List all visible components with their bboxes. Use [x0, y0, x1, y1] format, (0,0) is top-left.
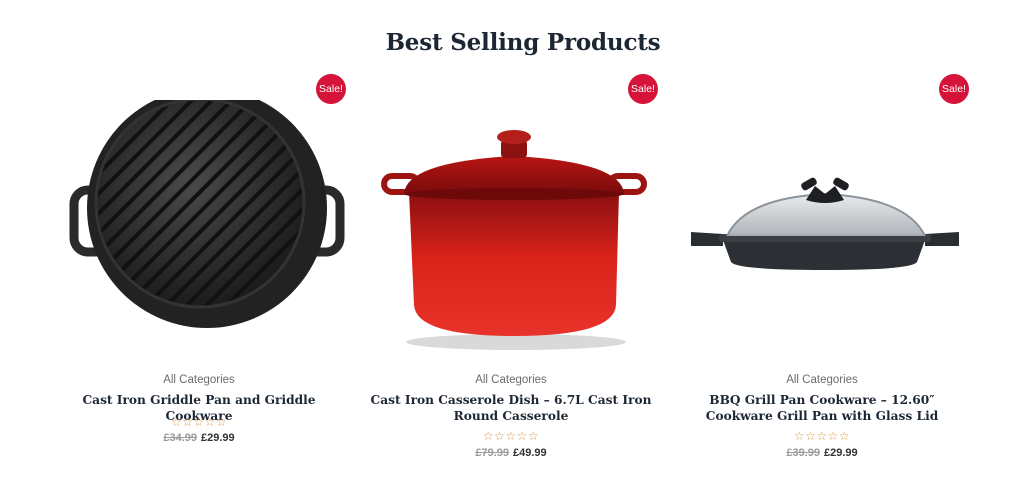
- product-title-link[interactable]: BBQ Grill Pan Cookware – 12.60″ Cookware…: [675, 392, 969, 424]
- original-price: £39.99: [786, 447, 820, 459]
- product-category-link[interactable]: All Categories: [52, 374, 346, 386]
- rating-stars: ☆☆☆☆☆: [793, 429, 851, 443]
- rating-stars: ☆☆☆☆☆: [170, 415, 228, 429]
- product-card[interactable]: Sale!: [364, 70, 658, 480]
- sale-price: £29.99: [201, 432, 235, 444]
- sale-price: £49.99: [513, 447, 547, 459]
- product-card[interactable]: Sale!: [52, 70, 346, 480]
- griddle-pan-image[interactable]: [52, 100, 346, 355]
- product-title-link[interactable]: Cast Iron Casserole Dish – 6.7L Cast Iro…: [364, 392, 658, 424]
- original-price: £34.99: [163, 432, 197, 444]
- section-title: Best Selling Products: [385, 29, 661, 56]
- product-price: £39.99 £29.99: [675, 447, 969, 459]
- grill-pan-with-lid-image[interactable]: [675, 100, 969, 355]
- original-price: £79.99: [475, 447, 509, 459]
- sale-price: £29.99: [824, 447, 858, 459]
- product-category-link[interactable]: All Categories: [364, 374, 658, 386]
- product-category-link[interactable]: All Categories: [675, 374, 969, 386]
- product-card[interactable]: Sale! All Categories BBQ Grill Pan Cookw…: [675, 70, 969, 480]
- product-price: £34.99 £29.99: [52, 432, 346, 444]
- product-price: £79.99 £49.99: [364, 447, 658, 459]
- rating-stars: ☆☆☆☆☆: [482, 429, 540, 443]
- casserole-dish-image[interactable]: [364, 100, 658, 355]
